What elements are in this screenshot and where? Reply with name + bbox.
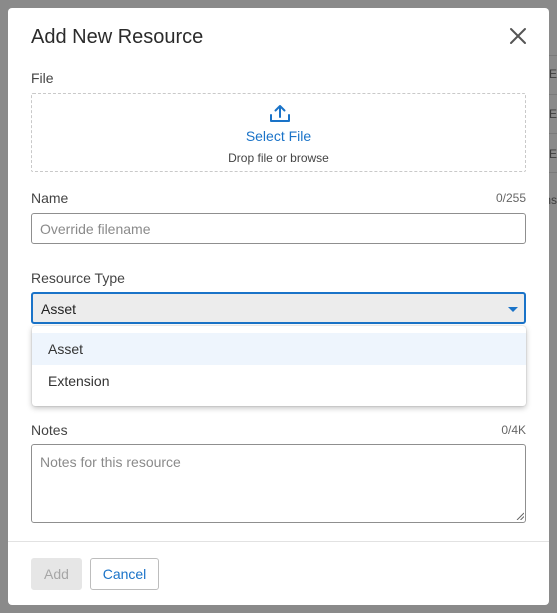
add-resource-dialog: Add New Resource File Select File Drop f… [8,8,549,605]
resource-type-label: Resource Type [31,270,125,286]
cancel-button[interactable]: Cancel [90,558,159,590]
caret-down-icon [508,307,518,312]
select-file-link[interactable]: Select File [32,128,525,144]
resize-grip-icon[interactable] [516,512,524,520]
drop-hint: Drop file or browse [228,151,329,165]
notes-label: Notes [31,422,68,438]
resource-type-menu: Asset Extension [32,326,526,406]
file-label: File [31,70,54,86]
close-icon [510,28,526,44]
add-button[interactable]: Add [31,558,82,590]
resource-type-select[interactable]: Asset [31,292,526,324]
upload-icon [270,105,290,122]
resource-type-value: Asset [41,301,77,317]
name-label: Name [31,190,69,206]
option-extension[interactable]: Extension [32,365,526,397]
name-input[interactable] [31,213,526,244]
close-button[interactable] [507,25,529,47]
notes-textarea[interactable] [31,444,526,523]
dialog-title: Add New Resource [31,26,204,48]
notes-char-counter: 0/4K [501,423,526,437]
name-char-counter: 0/255 [495,191,526,205]
footer-divider [8,541,549,542]
option-asset[interactable]: Asset [32,333,526,365]
file-dropzone[interactable]: Select File Drop file or browse [31,93,526,172]
